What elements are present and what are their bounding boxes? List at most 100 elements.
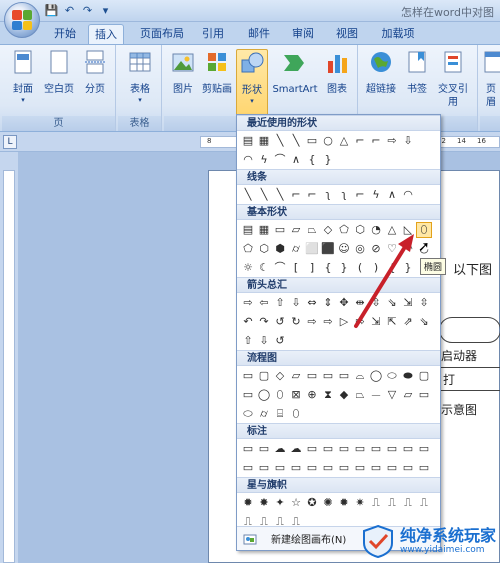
smartart-button[interactable]: SmartArt [272, 49, 318, 96]
tab-selector-button[interactable]: L [3, 135, 17, 149]
shape-icon[interactable]: ▢ [417, 369, 431, 383]
shape-icon[interactable]: ▭ [417, 442, 431, 456]
table-button[interactable]: 表格 ▾ [124, 49, 156, 104]
shape-icon[interactable]: ʅ [337, 188, 351, 202]
shape-icon[interactable]: ▦ [257, 134, 271, 148]
shape-icon[interactable]: ⌭ [289, 242, 303, 256]
shape-icon[interactable]: ▦ [257, 223, 271, 237]
shape-icon[interactable]: ✸ [257, 496, 271, 510]
shape-icon[interactable]: ⬯ [289, 407, 303, 421]
shape-icon[interactable]: ✺ [321, 496, 335, 510]
shape-icon[interactable]: ◯ [257, 388, 271, 402]
shape-icon[interactable]: ⇨ [385, 134, 399, 148]
shape-icon[interactable]: ▭ [257, 461, 271, 475]
qat-menu-icon[interactable]: ▾ [98, 3, 113, 18]
shape-icon[interactable]: ⎍ [385, 496, 399, 510]
shape-icon[interactable]: ⌸ [273, 407, 287, 421]
shape-icon[interactable]: } [321, 153, 335, 167]
shape-icon[interactable]: ✹ [337, 496, 351, 510]
tab-references[interactable]: 引用 [198, 24, 228, 44]
shape-icon[interactable]: ╲ [289, 134, 303, 148]
shape-icon[interactable]: ⇨ [241, 296, 255, 310]
shape-icon[interactable]: ☁ [273, 442, 287, 456]
shape-icon[interactable]: ▢ [257, 369, 271, 383]
cross-reference-button[interactable]: 交叉引用 [436, 49, 470, 109]
shape-icon[interactable]: ⊠ [289, 388, 303, 402]
shape-icon[interactable]: ╲ [241, 188, 255, 202]
shape-icon[interactable]: ▭ [273, 223, 287, 237]
shape-icon[interactable]: ╲ [273, 188, 287, 202]
shape-icon[interactable]: ⎍ [401, 496, 415, 510]
shape-icon[interactable]: ☺ [337, 242, 351, 256]
shape-icon[interactable]: ⬬ [401, 369, 415, 383]
shape-icon[interactable]: ⇩ [257, 334, 271, 348]
shape-icon[interactable]: ▭ [385, 442, 399, 456]
shape-icon[interactable]: ▭ [321, 369, 335, 383]
shape-icon[interactable]: ⌐ [353, 134, 367, 148]
shape-icon[interactable]: ⇨ [321, 315, 335, 329]
shape-icon[interactable]: ▭ [241, 388, 255, 402]
shape-icon[interactable]: ⌭ [257, 407, 271, 421]
shape-icon[interactable]: ▭ [241, 461, 255, 475]
shape-icon[interactable]: ✹ [241, 496, 255, 510]
shape-icon[interactable]: ⇔ [305, 296, 319, 310]
office-button[interactable] [4, 2, 40, 38]
shape-icon[interactable]: ✪ [305, 496, 319, 510]
shape-icon[interactable]: ⏤ [369, 388, 383, 402]
shape-icon[interactable]: ▭ [337, 369, 351, 383]
shape-icon[interactable]: ʅ [321, 188, 335, 202]
shape-icon[interactable]: ▭ [417, 461, 431, 475]
shape-icon[interactable]: ▭ [257, 442, 271, 456]
shape-icon[interactable]: ↻ [289, 315, 303, 329]
tab-addins[interactable]: 加载项 [376, 24, 420, 44]
shapes-button[interactable]: 形状 ▾ [236, 49, 268, 123]
shape-icon[interactable]: { [305, 153, 319, 167]
shape-icon[interactable]: ⎍ [417, 496, 431, 510]
tab-page-layout[interactable]: 页面布局 [136, 24, 188, 44]
shape-icon[interactable]: ⏢ [305, 223, 319, 237]
tab-insert[interactable]: 插入 [88, 24, 124, 44]
shape-icon[interactable]: ▭ [353, 442, 367, 456]
shape-icon[interactable]: ⬯ [273, 388, 287, 402]
shape-icon[interactable]: ☆ [289, 496, 303, 510]
shape-icon[interactable]: ✷ [353, 496, 367, 510]
shape-icon[interactable]: ☼ [241, 261, 255, 275]
shape-icon[interactable]: ⌐ [353, 188, 367, 202]
shape-icon[interactable]: ⬢ [273, 242, 287, 256]
shape-icon[interactable]: ◠ [401, 188, 415, 202]
shape-icon[interactable]: ▭ [353, 461, 367, 475]
shape-icon[interactable]: ⌐ [289, 188, 303, 202]
bookmark-button[interactable]: 书签 [402, 49, 432, 96]
shape-icon[interactable]: ▭ [305, 461, 319, 475]
shape-icon[interactable]: ⎍ [369, 496, 383, 510]
shape-icon[interactable]: [ [289, 261, 303, 275]
shape-icon[interactable]: ▭ [305, 442, 319, 456]
shape-icon[interactable]: ▭ [337, 442, 351, 456]
shape-icon[interactable]: ⬛ [321, 242, 335, 256]
shape-icon[interactable]: ▭ [401, 461, 415, 475]
shape-icon[interactable]: ⌒ [273, 261, 287, 275]
shape-icon[interactable]: ▭ [321, 461, 335, 475]
shape-icon[interactable]: ⇩ [401, 134, 415, 148]
shape-icon[interactable]: ▷ [337, 315, 351, 329]
tab-view[interactable]: 视图 [332, 24, 362, 44]
picture-button[interactable]: 图片 [168, 49, 198, 96]
shape-icon[interactable]: ▭ [321, 442, 335, 456]
shape-icon[interactable]: ∧ [385, 188, 399, 202]
shape-icon[interactable]: ▤ [241, 134, 255, 148]
chart-button[interactable]: 图表 [322, 49, 352, 96]
shape-icon[interactable]: ϟ [369, 188, 383, 202]
shape-icon[interactable]: ∧ [289, 153, 303, 167]
shape-icon[interactable]: ▭ [369, 442, 383, 456]
blank-page-button[interactable]: 空白页 [42, 49, 76, 96]
tab-home[interactable]: 开始 [48, 24, 82, 44]
shape-icon[interactable]: ⬡ [257, 242, 271, 256]
header-button[interactable]: 页眉 [482, 49, 500, 109]
shape-icon[interactable]: ↺ [273, 315, 287, 329]
hyperlink-button[interactable]: 超链接 [364, 49, 398, 96]
shape-icon[interactable]: ⌐ [305, 188, 319, 202]
shape-icon[interactable]: ⬭ [241, 407, 255, 421]
tab-review[interactable]: 审阅 [288, 24, 318, 44]
shape-icon[interactable]: ☁ [289, 442, 303, 456]
shape-icon[interactable]: ◆ [337, 388, 351, 402]
